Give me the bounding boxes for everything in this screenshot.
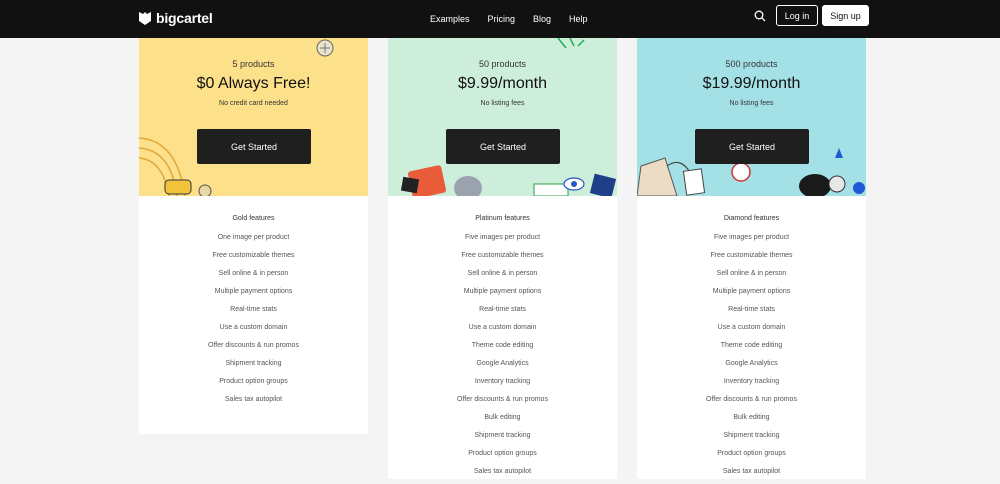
feature-item: Inventory tracking (723, 378, 780, 385)
feature-item: Sales tax autopilot (224, 396, 283, 403)
get-started-button[interactable]: Get Started (446, 129, 560, 164)
plan-header: 500 products $19.99/month No listing fee… (637, 38, 866, 196)
top-nav: bigcartel Examples Pricing Blog Help Log… (0, 0, 1000, 38)
signup-button[interactable]: Sign up (822, 5, 869, 26)
main-nav: Examples Pricing Blog Help (430, 0, 588, 38)
feature-list: Five images per product Free customizabl… (388, 232, 617, 484)
plan-note: No listing fees (729, 100, 774, 107)
feature-item: Real-time stats (230, 306, 277, 313)
feature-item: Offer discounts & run promos (457, 396, 548, 403)
nav-pricing[interactable]: Pricing (488, 14, 516, 24)
feature-item: Product option groups (219, 378, 288, 385)
plan-card-diamond: 500 products $19.99/month No listing fee… (637, 38, 866, 479)
feature-item: Free customizable themes (212, 252, 295, 259)
feature-item: Multiple payment options (712, 288, 791, 295)
feature-item: Sell online & in person (218, 270, 289, 277)
feature-item: Shipment tracking (723, 432, 780, 439)
plan-note: No credit card needed (219, 100, 288, 107)
feature-item: Real-time stats (479, 306, 526, 313)
feature-item: Offer discounts & run promos (706, 396, 797, 403)
plan-card-platinum: 50 products $9.99/month No listing fees … (388, 38, 617, 479)
feature-item: Bulk editing (733, 414, 770, 421)
nav-examples[interactable]: Examples (430, 14, 470, 24)
brand-logo[interactable]: bigcartel (139, 8, 213, 28)
feature-item: Multiple payment options (214, 288, 293, 295)
plan-price: $0 Always Free! (196, 75, 311, 92)
feature-item: Bulk editing (484, 414, 521, 421)
feature-item: Product option groups (468, 450, 537, 457)
feature-item: Product option groups (717, 450, 786, 457)
feature-item: Use a custom domain (468, 324, 537, 331)
features-title: Gold features (232, 215, 275, 222)
plan-header: 50 products $9.99/month No listing fees … (388, 38, 617, 196)
feature-item: Free customizable themes (710, 252, 793, 259)
feature-item: Free customizable themes (461, 252, 544, 259)
feature-item: Theme code editing (471, 342, 534, 349)
plan-product-count: 500 products (725, 59, 778, 69)
feature-item: Multiple payment options (463, 288, 542, 295)
nav-help[interactable]: Help (569, 14, 588, 24)
get-started-button[interactable]: Get Started (695, 129, 809, 164)
feature-item: Use a custom domain (219, 324, 288, 331)
feature-item: Sell online & in person (716, 270, 787, 277)
feature-item: Sales tax autopilot (473, 468, 532, 475)
feature-item: Inventory tracking (474, 378, 531, 385)
feature-item: Google Analytics (476, 360, 529, 367)
feature-item: Sales tax autopilot (722, 468, 781, 475)
plan-price: $9.99/month (458, 75, 547, 92)
plan-header: 5 products $0 Always Free! No credit car… (139, 38, 368, 196)
bigcartel-logo-icon (139, 11, 151, 25)
plan-price: $19.99/month (702, 75, 801, 92)
brand-name: bigcartel (156, 10, 213, 26)
feature-list: Five images per product Free customizabl… (637, 232, 866, 484)
feature-item: Offer discounts & run promos (208, 342, 299, 349)
feature-list: One image per product Free customizable … (139, 232, 368, 412)
feature-item: Shipment tracking (225, 360, 282, 367)
plan-note: No listing fees (480, 100, 525, 107)
feature-item: Shipment tracking (474, 432, 531, 439)
feature-item: Five images per product (464, 234, 541, 241)
features-title: Platinum features (475, 215, 530, 222)
feature-item: Google Analytics (725, 360, 778, 367)
get-started-button[interactable]: Get Started (197, 129, 311, 164)
nav-blog[interactable]: Blog (533, 14, 551, 24)
login-button[interactable]: Log in (776, 5, 818, 26)
features-title: Diamond features (723, 215, 780, 222)
plan-card-gold: 5 products $0 Always Free! No credit car… (139, 38, 368, 434)
feature-item: Sell online & in person (467, 270, 538, 277)
search-icon[interactable] (754, 10, 766, 22)
plan-product-count: 5 products (232, 59, 275, 69)
feature-item: Five images per product (713, 234, 790, 241)
feature-item: Use a custom domain (717, 324, 786, 331)
feature-item: Real-time stats (728, 306, 775, 313)
feature-item: Theme code editing (720, 342, 783, 349)
plan-product-count: 50 products (478, 59, 527, 69)
feature-item: One image per product (217, 234, 290, 241)
